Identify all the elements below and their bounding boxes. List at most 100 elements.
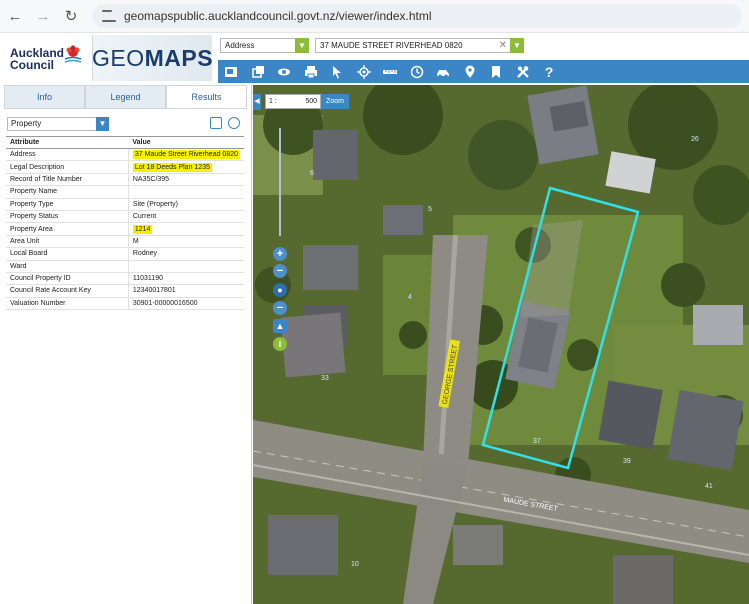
tool-view[interactable] [271,60,297,83]
search-dropdown-icon[interactable]: ▼ [510,38,524,53]
back-button[interactable]: ← [2,3,28,29]
search-type-select[interactable]: Address ▼ [220,38,309,53]
tab-info[interactable]: Info [4,85,85,108]
site-info-icon[interactable] [102,10,116,22]
tool-layers[interactable] [245,60,271,83]
tab-legend[interactable]: Legend [85,85,166,108]
attribute-value: NA35C/395 [128,173,244,187]
parcel-number: 39 [623,458,631,465]
printer-icon [304,65,317,78]
tool-drive[interactable] [430,60,456,83]
forward-button[interactable]: → [30,3,56,29]
url-text: geomapspublic.aucklandcouncil.govt.nz/vi… [124,9,432,23]
export-icon[interactable] [210,117,222,129]
attribute-name: Local Board [6,247,129,261]
attribute-name: Record of Title Number [6,173,129,187]
tool-history[interactable] [404,60,430,83]
address-search-input[interactable]: 37 MAUDE STREET RIVERHEAD 0820 ✕ ▼ [315,38,524,53]
zoom-to-icon[interactable] [228,117,240,129]
parcel-number: 41 [705,483,713,490]
tool-measure[interactable] [377,60,403,83]
attribute-value-text: NA35C/395 [132,175,170,183]
attribute-value: Rodney [128,247,244,261]
location-icon[interactable]: ▲ [273,319,287,333]
info-icon[interactable]: i [273,337,287,351]
print-map-icon [225,66,237,77]
history-icon [410,65,423,78]
table-row[interactable]: Council Property ID 11031190 [6,272,244,286]
attribute-name: Address [6,148,129,162]
parcel-number: 5 [428,206,432,213]
bookmark-icon [492,65,500,78]
attribute-table: Attribute Value Address 37 Maude Street R… [6,136,244,311]
table-row[interactable]: Property Name [6,185,244,199]
tab-results[interactable]: Results [166,85,247,108]
tool-place[interactable] [457,60,483,83]
pointer-icon [333,65,341,78]
column-header-value: Value [128,136,244,149]
clear-search-icon[interactable]: ✕ [499,39,507,52]
attribute-name: Ward [6,260,129,273]
auckland-council-logo[interactable]: Auckland Council [8,41,88,77]
table-row[interactable]: Ward [6,260,244,273]
parcel-number: 4 [408,294,412,301]
chevron-down-icon[interactable]: ▼ [295,38,309,53]
address-bar[interactable]: geomapspublic.aucklandcouncil.govt.nz/vi… [92,4,742,28]
attribute-name: Property Status [6,210,129,224]
table-row[interactable]: Address 37 Maude Street Riverhead 0820 [6,148,244,162]
attribute-name: Legal Description [6,160,129,174]
globe-icon[interactable]: ● [273,283,287,297]
view-icon [278,68,290,75]
tool-tools[interactable] [510,60,536,83]
council-wordmark: Auckland Council [10,46,65,72]
drive-icon [437,69,449,77]
attribute-value: Lot 18 Deeds Plan 1235 [128,160,244,174]
pohutukawa-logo-icon [64,45,82,63]
measure-icon [383,69,397,74]
zoom-button[interactable]: Zoom [321,94,349,109]
panel-actions [210,117,240,129]
panel-tabs: Info Legend Results [4,85,247,109]
collapse-panel-button[interactable]: ◀ [253,94,261,110]
attribute-value-text: Site (Property) [132,200,178,208]
attribute-value [128,185,244,199]
table-row[interactable]: Property Status Current [6,210,244,224]
tool-locate[interactable] [351,60,377,83]
table-row[interactable]: Record of Title Number NA35C/395 [6,173,244,187]
attribute-name: Property Type [6,198,129,211]
map-view[interactable]: 37 39 33 4 5 6 10 41 26 MAUDE STREET GEO… [253,85,749,604]
column-header-attribute: Attribute [6,136,129,149]
place-marker-icon [465,65,474,78]
attribute-value-text: 30901-00000016500 [132,299,198,307]
table-row[interactable]: Council Rate Account Key 12340017801 [6,284,244,298]
tool-printer[interactable] [298,60,324,83]
attribute-value-text: Lot 18 Deeds Plan 1235 [132,162,212,172]
aerial-imagery[interactable]: 37 39 33 4 5 6 10 41 26 MAUDE STREET GEO… [253,85,749,604]
zoom-slider-track[interactable] [279,128,281,236]
table-row[interactable]: Property Area 1214 [6,222,244,236]
table-row[interactable]: Property Type Site (Property) [6,198,244,211]
tool-help[interactable]: ? [536,60,562,83]
table-row[interactable]: Valuation Number 30901-00000016500 [6,297,244,311]
attribute-name: Property Area [6,222,129,236]
tool-print-map[interactable] [218,60,244,83]
scale-input[interactable]: 1 : 500 [265,94,321,109]
tools-icon [516,65,529,78]
attribute-value: 30901-00000016500 [128,297,244,311]
reload-button[interactable]: ↻ [58,3,84,29]
table-row[interactable]: Legal Description Lot 18 Deeds Plan 1235 [6,160,244,174]
table-row[interactable]: Local Board Rodney [6,247,244,261]
zoom-out-icon[interactable]: − [273,264,287,278]
reload-icon: ↻ [64,8,78,25]
parcel-number: 6 [310,170,314,177]
chevron-down-icon[interactable]: ▼ [96,117,109,131]
table-row[interactable]: Area Unit M [6,235,244,249]
attribute-value-text: 11031190 [132,275,163,283]
parcel-number: 26 [691,136,699,143]
tool-bookmark[interactable] [483,60,509,83]
map-toolbar: ? [218,60,749,83]
layer-select[interactable]: Property ▼ [7,117,109,131]
minus-icon[interactable]: − [273,301,287,315]
tool-select[interactable] [324,60,350,83]
zoom-in-icon[interactable]: + [273,247,287,261]
